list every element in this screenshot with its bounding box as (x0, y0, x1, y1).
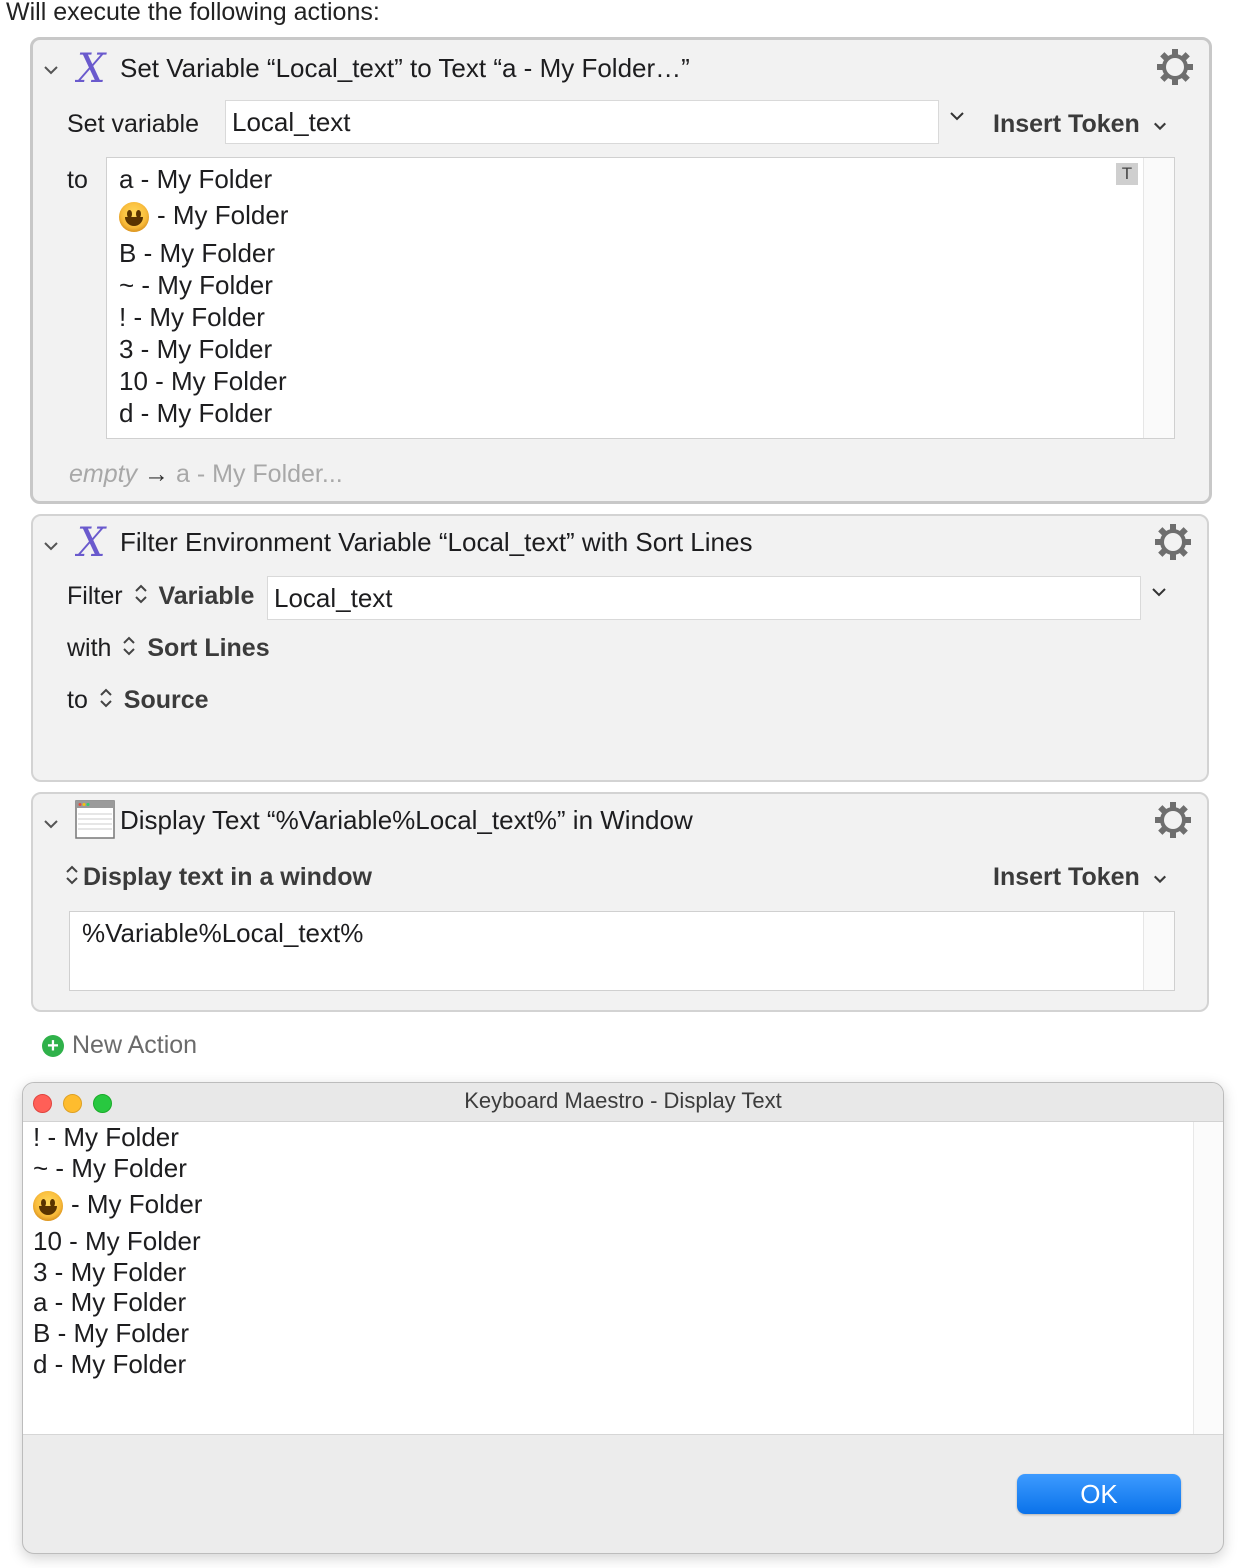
to-label: to (67, 166, 88, 194)
insert-token-menu[interactable]: Insert Token (993, 863, 1167, 893)
insert-token-menu[interactable]: Insert Token (993, 110, 1167, 140)
text-token-badge[interactable]: T (1116, 163, 1138, 185)
output-line: 3 - My Folder (33, 1257, 187, 1287)
variable-dropdown-chevron-icon[interactable] (949, 104, 965, 130)
output-line: d - My Folder (33, 1349, 187, 1379)
result-preview: empty → a - My Folder... (69, 460, 343, 489)
output-line: - My Folder (33, 1189, 202, 1222)
destination-popup[interactable]: Source (124, 686, 209, 714)
new-action-button[interactable]: + New Action (42, 1031, 197, 1060)
chevron-down-icon (1153, 111, 1167, 140)
action-title: Filter Environment Variable “Local_text”… (120, 527, 753, 557)
scrollbar[interactable] (1193, 1122, 1223, 1434)
gear-icon[interactable] (1153, 522, 1193, 562)
up-down-chevron-icon (99, 687, 113, 716)
set-variable-label: Set variable (67, 110, 200, 138)
text-line: ~ - My Folder (119, 270, 273, 300)
gear-icon[interactable] (1153, 800, 1193, 840)
plus-circle-icon: + (42, 1035, 64, 1058)
chevron-down-icon (1153, 864, 1167, 893)
variable-name-field[interactable]: Local_text (267, 576, 1141, 620)
filter-label: Filter (67, 582, 123, 610)
action-filter-variable[interactable]: X Filter Environment Variable “Local_tex… (31, 514, 1209, 782)
collapse-chevron-icon[interactable] (43, 538, 59, 554)
filter-operation-popup[interactable]: Sort Lines (147, 634, 269, 662)
new-action-label: New Action (72, 1031, 198, 1059)
text-line: %Variable%Local_text% (82, 918, 364, 948)
output-line: ~ - My Folder (33, 1153, 187, 1183)
window-title: Keyboard Maestro - Display Text (464, 1088, 782, 1113)
window-titlebar[interactable]: Keyboard Maestro - Display Text (23, 1083, 1223, 1122)
to-label: to (67, 686, 88, 714)
smiley-emoji-icon (33, 1191, 63, 1222)
svg-text:X: X (75, 48, 107, 88)
up-down-chevron-icon (134, 583, 148, 612)
up-down-chevron-icon (122, 635, 136, 664)
filter-type-popup[interactable]: Variable (158, 582, 254, 610)
preview-empty: empty (69, 460, 138, 488)
text-line: 10 - My Folder (119, 366, 287, 396)
ok-button[interactable]: OK (1017, 1474, 1181, 1514)
text-line: a - My Folder (119, 164, 273, 194)
display-mode-popup[interactable]: Display text in a window (65, 863, 372, 893)
display-text-window: Keyboard Maestro - Display Text ! - My F… (22, 1082, 1224, 1554)
smiley-emoji-icon (119, 202, 149, 233)
collapse-chevron-icon[interactable] (43, 816, 59, 832)
display-mode-label: Display text in a window (83, 863, 372, 891)
intro-text: Will execute the following actions: (6, 0, 380, 26)
arrow-right-icon: → (144, 460, 170, 488)
variable-x-icon: X (74, 520, 117, 566)
to-row[interactable]: to Source (67, 686, 209, 716)
text-line: d - My Folder (119, 398, 273, 428)
text-line: ! - My Folder (119, 302, 265, 332)
scrollbar[interactable] (1143, 158, 1174, 438)
action-title: Display Text “%Variable%Local_text%” in … (120, 805, 693, 835)
text-line: - My Folder (119, 200, 288, 233)
text-line: B - My Folder (119, 238, 276, 268)
output-line: B - My Folder (33, 1318, 190, 1348)
output-line: ! - My Folder (33, 1122, 179, 1152)
text-value-area[interactable]: a - My Folder - My Folder B - My Folder … (106, 157, 1175, 439)
preview-value: a - My Folder... (176, 460, 343, 488)
output-line: 10 - My Folder (33, 1226, 201, 1256)
window-text-content[interactable]: ! - My Folder ~ - My Folder - My Folder … (23, 1122, 1223, 1435)
variable-dropdown-chevron-icon[interactable] (1151, 580, 1167, 606)
variable-name-field[interactable]: Local_text (225, 100, 939, 144)
with-label: with (67, 634, 112, 662)
filter-row[interactable]: Filter Variable (67, 582, 254, 612)
insert-token-label: Insert Token (993, 110, 1140, 138)
text-line: 3 - My Folder (119, 334, 273, 364)
output-line: a - My Folder (33, 1287, 187, 1317)
variable-x-icon: X (74, 46, 117, 92)
gear-icon[interactable] (1155, 47, 1195, 87)
action-set-variable[interactable]: X Set Variable “Local_text” to Text “a -… (30, 37, 1212, 504)
collapse-chevron-icon[interactable] (43, 62, 59, 78)
insert-token-label: Insert Token (993, 863, 1140, 891)
action-title: Set Variable “Local_text” to Text “a - M… (120, 53, 690, 83)
window-icon (75, 800, 117, 840)
display-text-area[interactable]: %Variable%Local_text% (69, 911, 1175, 991)
with-row[interactable]: with Sort Lines (67, 634, 270, 664)
scrollbar[interactable] (1143, 912, 1174, 990)
svg-text:X: X (75, 522, 107, 562)
up-down-chevron-icon (65, 864, 79, 893)
action-display-text[interactable]: Display Text “%Variable%Local_text%” in … (31, 792, 1209, 1012)
